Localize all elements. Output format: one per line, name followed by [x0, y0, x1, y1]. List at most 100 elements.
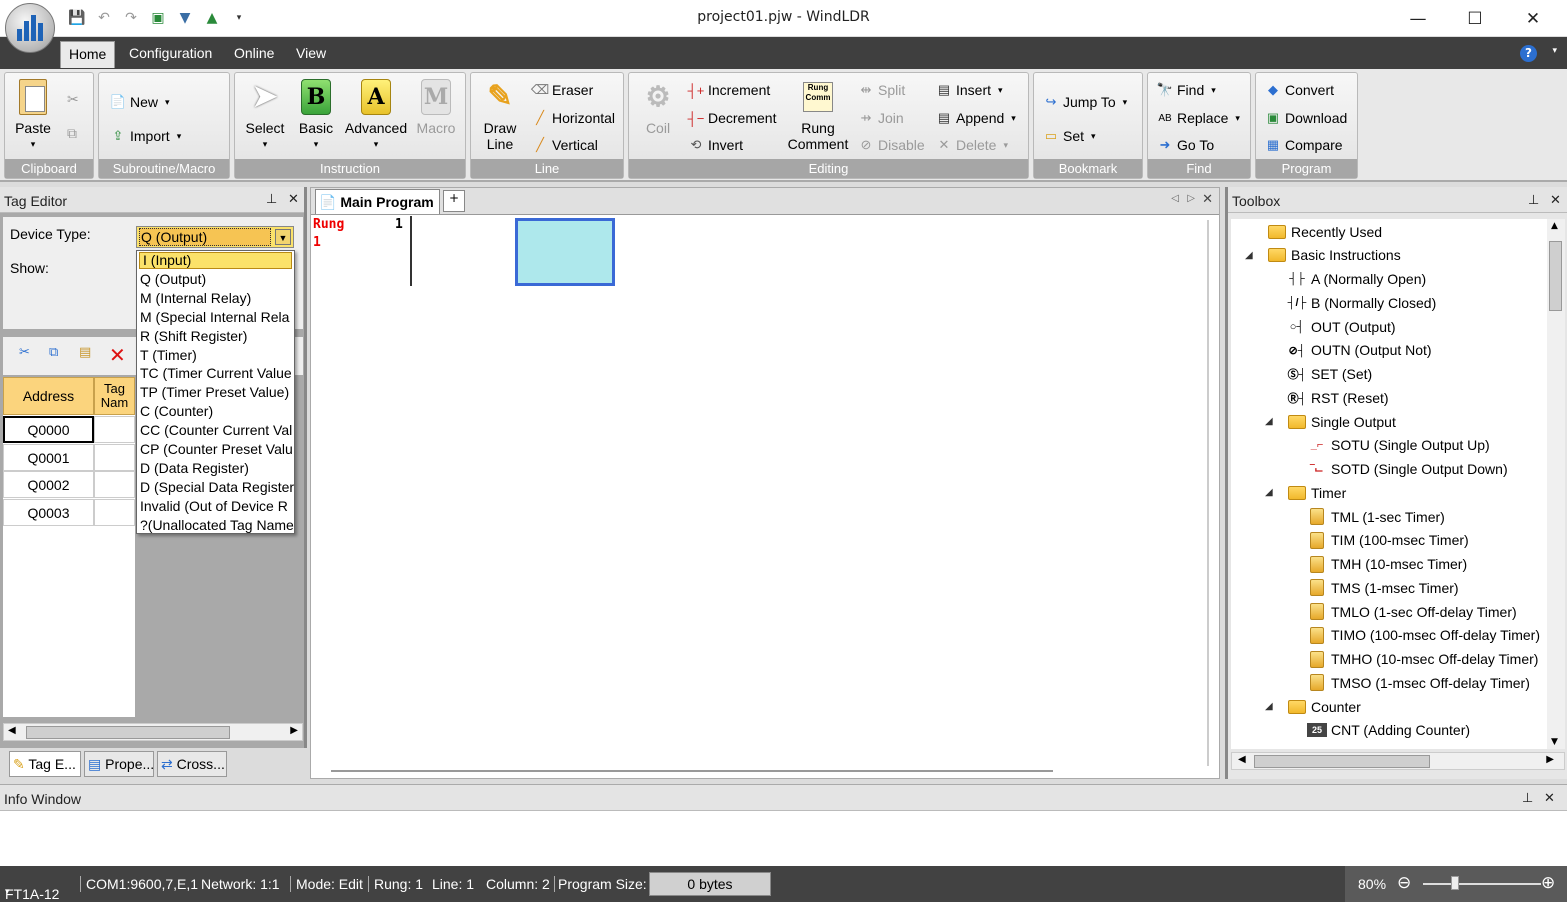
close-button[interactable]: ✕: [1504, 0, 1562, 37]
dropdown-option[interactable]: T (Timer): [137, 346, 294, 365]
ladder-cursor[interactable]: [515, 218, 615, 286]
editor-horizontal-scrollbar[interactable]: [331, 770, 1053, 772]
dropdown-option[interactable]: M (Internal Relay): [137, 289, 294, 308]
eraser-button[interactable]: ⌫ Eraser: [531, 81, 593, 99]
copy-icon[interactable]: ⧉: [49, 345, 58, 360]
tab-properties[interactable]: ▤ Prope...: [84, 751, 154, 777]
panel-close-icon[interactable]: ✕: [1544, 791, 1555, 806]
help-dropdown-icon[interactable]: ▾: [1552, 46, 1557, 56]
scroll-up-icon[interactable]: ▲: [1551, 221, 1558, 231]
toolbox-horizontal-scrollbar[interactable]: ◀ ▶: [1231, 752, 1565, 770]
scroll-right-icon[interactable]: ▶: [290, 725, 298, 736]
delete-button[interactable]: ✕ Delete ▾: [935, 136, 1008, 154]
toolbox-item[interactable]: TML (1-sec Timer): [1307, 508, 1445, 525]
toolbox-item[interactable]: TMH (10-msec Timer): [1307, 555, 1467, 573]
scroll-down-icon[interactable]: ▼: [1551, 737, 1558, 747]
table-row[interactable]: Q0000: [3, 416, 94, 443]
help-icon[interactable]: ?: [1520, 45, 1537, 62]
pin-icon[interactable]: ⊥: [266, 192, 277, 207]
convert-button[interactable]: ◆ Convert: [1264, 81, 1334, 99]
scroll-tabs-right-icon[interactable]: ▷: [1187, 193, 1195, 204]
pin-icon[interactable]: ⊥: [1522, 791, 1533, 806]
tab-home[interactable]: Home: [60, 41, 116, 68]
table-cell[interactable]: [94, 416, 135, 443]
table-row[interactable]: Q0001: [3, 444, 94, 471]
cut-icon[interactable]: ✂: [19, 345, 30, 360]
address-column-header[interactable]: Address: [3, 377, 94, 415]
copy-icon[interactable]: ⧉: [67, 125, 77, 142]
toolbox-item[interactable]: Ⓡ┤ RST (Reset): [1287, 389, 1389, 406]
tab-tag-editor[interactable]: ✎ Tag E...: [9, 751, 81, 777]
pin-icon[interactable]: ⊥: [1528, 193, 1539, 208]
toolbox-item[interactable]: Ⓢ┤ SET (Set): [1287, 366, 1373, 383]
toolbox-item[interactable]: TMLO (1-sec Off-delay Timer): [1307, 603, 1517, 620]
dropdown-option[interactable]: Q (Output): [137, 270, 294, 289]
compare-button[interactable]: ▦ Compare: [1264, 136, 1343, 154]
tab-main-program[interactable]: 📄 Main Program: [315, 189, 440, 214]
tag-name-column-header[interactable]: Tag Nam: [94, 377, 135, 415]
table-row[interactable]: Q0002: [3, 471, 94, 498]
dropdown-option[interactable]: ?(Unallocated Tag Name: [137, 516, 294, 535]
dropdown-option[interactable]: CC (Counter Current Val: [137, 421, 294, 440]
advanced-button[interactable]: A Advanced ▾: [343, 77, 409, 152]
zoom-in-icon[interactable]: ⊕: [1541, 873, 1555, 893]
toolbox-item[interactable]: TIM (100-msec Timer): [1307, 531, 1469, 549]
close-tab-icon[interactable]: ✕: [1202, 192, 1213, 207]
toolbox-item[interactable]: ⊘┤ OUTN (Output Not): [1287, 342, 1431, 359]
toolbox-item[interactable]: Recently Used: [1267, 223, 1382, 240]
toolbox-item[interactable]: TMS (1-msec Timer): [1307, 579, 1459, 597]
delete-icon[interactable]: ✕: [109, 343, 126, 367]
dropdown-option[interactable]: R (Shift Register): [137, 327, 294, 346]
dropdown-option[interactable]: TP (Timer Preset Value): [137, 383, 294, 402]
join-button[interactable]: ⇸ Join: [857, 109, 904, 127]
zoom-out-icon[interactable]: ⊖: [1397, 873, 1411, 893]
scroll-tabs-left-icon[interactable]: ◁: [1171, 193, 1179, 204]
dropdown-option[interactable]: D (Special Data Register: [137, 478, 294, 497]
split-button[interactable]: ⇹ Split: [857, 81, 906, 99]
panel-close-icon[interactable]: ✕: [288, 192, 299, 207]
paste-icon[interactable]: ▤: [79, 345, 91, 360]
set-bookmark-button[interactable]: ▭ Set ▾: [1042, 127, 1096, 145]
toolbox-vertical-scrollbar[interactable]: ▲ ▼: [1547, 219, 1565, 749]
jump-to-button[interactable]: ↪ Jump To ▾: [1042, 93, 1128, 111]
toolbox-item[interactable]: _⌐ SOTU (Single Output Up): [1307, 437, 1490, 454]
zoom-slider-thumb[interactable]: [1451, 876, 1459, 890]
tree-expander-icon[interactable]: ◢: [1265, 487, 1273, 498]
table-cell[interactable]: [94, 499, 135, 526]
import-button[interactable]: ⇪ Import ▾: [109, 127, 182, 145]
select-button[interactable]: ➤ Select ▾: [241, 77, 289, 152]
scroll-thumb[interactable]: [1254, 755, 1430, 768]
download-button[interactable]: ▣ Download: [1264, 109, 1347, 127]
draw-line-button[interactable]: ✎ Draw Line: [477, 77, 523, 153]
coil-button[interactable]: ⚙ Coil: [635, 77, 681, 137]
replace-button[interactable]: AB Replace ▾: [1156, 109, 1240, 127]
scroll-left-icon[interactable]: ◀: [1238, 754, 1246, 765]
macro-button[interactable]: M Macro: [413, 77, 459, 136]
find-button[interactable]: 🔭 Find ▾: [1156, 81, 1216, 99]
new-button[interactable]: 📄 New ▾: [109, 93, 170, 111]
dropdown-option[interactable]: TC (Timer Current Value: [137, 364, 294, 383]
minimize-button[interactable]: —: [1389, 0, 1447, 37]
app-menu-button[interactable]: [5, 3, 55, 53]
panel-close-icon[interactable]: ✕: [1550, 193, 1561, 208]
maximize-button[interactable]: ☐: [1446, 0, 1504, 37]
dropdown-option[interactable]: C (Counter): [137, 402, 294, 421]
toolbox-item[interactable]: Counter: [1287, 698, 1361, 715]
dropdown-option[interactable]: CP (Counter Preset Valu: [137, 440, 294, 459]
tab-online[interactable]: Online: [234, 45, 274, 61]
invert-button[interactable]: ⟲ Invert: [687, 136, 743, 154]
new-tab-icon[interactable]: +: [443, 190, 465, 212]
horizontal-scrollbar[interactable]: ◀ ▶: [3, 723, 303, 741]
paste-button[interactable]: Paste ▾: [11, 77, 55, 152]
dropdown-option[interactable]: M (Special Internal Rela: [137, 308, 294, 327]
basic-button[interactable]: B Basic ▾: [293, 77, 339, 152]
toolbox-item[interactable]: 25 CNT (Adding Counter): [1307, 722, 1470, 738]
tree-expander-icon[interactable]: ◢: [1265, 701, 1273, 712]
table-row[interactable]: Q0003: [3, 499, 94, 526]
tab-view[interactable]: View: [296, 45, 326, 61]
increment-button[interactable]: ┤+ Increment: [687, 81, 771, 99]
tab-cross-reference[interactable]: ⇄ Cross...: [157, 751, 227, 777]
scroll-thumb[interactable]: [26, 726, 230, 739]
device-type-select[interactable]: Q (Output) ▼: [136, 226, 294, 248]
table-cell[interactable]: [94, 471, 135, 498]
